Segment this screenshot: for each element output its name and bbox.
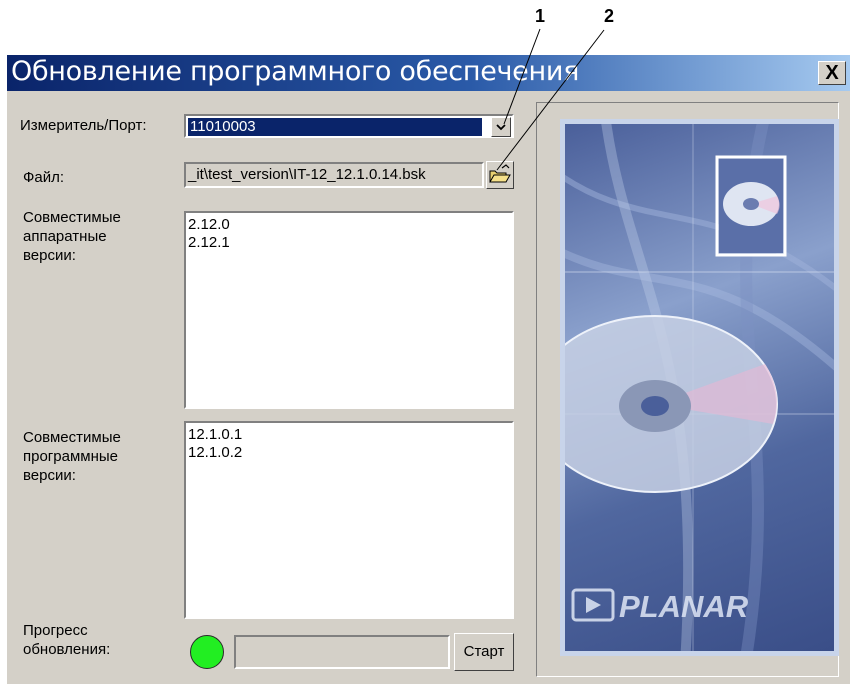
planar-logo-icon: PLANAR [571,588,749,624]
window-title: Обновление программного обеспечения [11,56,580,87]
hw-versions-list[interactable]: 2.12.0 2.12.1 [184,211,514,409]
file-path-field[interactable]: _it\test_version\IT-12_12.1.0.14.bsk [184,162,484,188]
software-update-dialog: Обновление программного обеспечения X Из… [7,55,850,684]
list-item[interactable]: 12.1.0.2 [188,444,510,462]
chevron-down-icon [496,124,506,131]
status-indicator [190,635,224,669]
sw-versions-list[interactable]: 12.1.0.1 12.1.0.2 [184,421,514,619]
progress-label: Прогресс обновления: [23,622,111,658]
callout-2: 2 [604,6,615,26]
cd-disc-small-icon [719,159,783,253]
meter-port-value: 11010003 [188,118,482,136]
close-button[interactable]: X [818,61,846,85]
start-button[interactable]: Старт [454,633,514,671]
title-bar: Обновление программного обеспечения X [7,55,850,91]
open-file-button[interactable] [486,161,514,189]
open-folder-icon [489,164,511,183]
planar-splash-image: PLANAR [560,119,839,656]
meter-port-combobox[interactable]: 11010003 [184,114,514,138]
hw-versions-label: Совместимые аппаратные версии: [23,209,121,264]
sw-versions-label: Совместимые программные версии: [23,429,121,484]
update-progress-bar [234,635,450,669]
list-item[interactable]: 2.12.1 [188,234,510,252]
callout-1: 1 [535,6,546,26]
list-item[interactable]: 2.12.0 [188,216,510,234]
brand-text: PLANAR [619,589,749,624]
meter-port-label: Измеритель/Порт: [20,117,147,134]
combo-dropdown-button[interactable] [491,117,511,137]
splash-artwork: PLANAR [565,124,834,651]
file-label: Файл: [23,169,65,186]
close-icon: X [825,62,839,84]
list-item[interactable]: 12.1.0.1 [188,426,510,444]
